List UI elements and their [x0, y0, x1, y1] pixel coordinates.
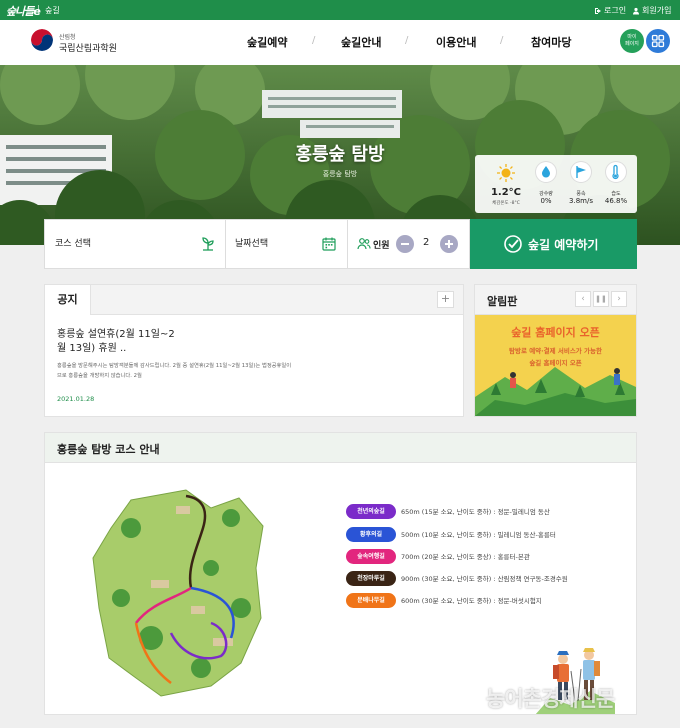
login-link[interactable]: 로그인 [594, 5, 626, 16]
notice-title[interactable]: 홍릉숲 설연휴(2월 11일~2월 13일) 휴원 .. [57, 328, 182, 356]
humidity-value: 46.8% [604, 197, 628, 205]
next-button[interactable]: › [611, 291, 627, 307]
rain-label: 강수량 [539, 191, 553, 197]
feels-like: 체감온도 -8°C [492, 201, 520, 206]
course-item[interactable]: 문배나무길 600m (30분 소요, 난이도 중하) : 정문-버섯시험지 [346, 592, 542, 608]
notice-body: 홍릉숲을 방문해주시는 탐방객분들께 감사드립니다. 2월 중 설연휴(2월 1… [57, 363, 292, 379]
course-item[interactable]: 천년의숲길 650m (15분 소요, 난이도 중하) : 정문-밀레니엄 동산 [346, 503, 550, 519]
weather-widget: 1.2°C 체감온도 -8°C 강수량 0% 풍속 3.8m/s 습도 46.8… [475, 155, 637, 213]
breadcrumb[interactable]: 숲길 [45, 5, 60, 16]
raindrop-icon [542, 166, 550, 178]
calendar-icon [322, 237, 336, 251]
divider [347, 220, 348, 268]
government-emblem-icon[interactable] [31, 29, 53, 51]
course-desc: 600m (30분 소요, 난이도 중하) : 정문-버섯시험지 [401, 597, 542, 605]
minus-icon [401, 243, 409, 245]
nav-trail-guide[interactable]: 숲길안내 [341, 34, 381, 50]
notice-date: 2021.01.28 [57, 395, 95, 403]
plus-icon [445, 240, 453, 248]
nav-divider: / [405, 35, 409, 46]
join-link[interactable]: 회원가입 [632, 5, 671, 16]
rain-badge [536, 162, 556, 182]
notice-tab-header: 공지 + [45, 285, 463, 315]
humidity-label: 습도 [611, 191, 621, 197]
course-guide-header: 홍릉숲 탐방 코스 안내 [45, 433, 636, 463]
course-badge: 천장마루길 [346, 570, 396, 586]
notice-card: 공지 + 홍릉숲 설연휴(2월 11일~2월 13일) 휴원 .. 홍릉숲을 방… [44, 284, 464, 417]
mypage-label-2: 페이지 [625, 41, 639, 47]
people-label: 인원 [373, 241, 390, 251]
nav-reservation[interactable]: 숲길예약 [247, 34, 287, 50]
mypage-button[interactable]: 마이 페이지 [620, 29, 644, 53]
chevron-right-icon: › [617, 294, 621, 304]
banner-line-2: 숲길 홈페이지 오픈 [529, 359, 582, 367]
course-item[interactable]: 천장마루길 900m (30분 소요, 난이도 중하) : 산림정책 연구동-조… [346, 570, 568, 586]
top-bar: 숲나들e 숲길 로그인 회원가입 [0, 0, 680, 20]
rain-value: 0% [540, 197, 552, 205]
course-guide-card: 홍릉숲 탐방 코스 안내 천년의숲길 650m (15분 소요, 난이도 중하)… [44, 432, 637, 715]
wind-badge [571, 162, 591, 182]
bulletin-tab: 알림판 [487, 295, 518, 308]
nav-participation[interactable]: 참여마당 [531, 34, 571, 50]
notice-more-button[interactable]: + [437, 291, 454, 308]
increase-people-button[interactable] [440, 235, 458, 253]
course-badge: 황후의길 [346, 526, 396, 542]
sun-icon [497, 164, 515, 182]
pause-button[interactable]: ❚❚ [593, 291, 609, 307]
divider [225, 220, 226, 268]
open-banner[interactable]: 숲길 홈페이지 오픈 탐방로 예약·결제 서비스가 가능한 숲길 홈페이지 오픈 [475, 315, 636, 416]
trail-map-illustration[interactable] [91, 488, 269, 698]
reservation-label: 숲길 예약하기 [528, 238, 599, 252]
course-item[interactable]: 숲속여행길 700m (20분 소요, 난이도 중상) : 홍릉터-본관 [346, 548, 530, 564]
banner-title: 숲길 홈페이지 오픈 [511, 326, 600, 339]
join-label: 회원가입 [642, 6, 672, 15]
trail-reservation-button[interactable]: 숲길 예약하기 [470, 219, 637, 269]
course-desc: 700m (20분 소요, 난이도 중상) : 홍릉터-본관 [401, 553, 530, 561]
prev-button[interactable]: ‹ [575, 291, 591, 307]
nav-usage-guide[interactable]: 이용안내 [436, 34, 476, 50]
wind-value: 3.8m/s [569, 197, 593, 205]
date-select-label: 날짜선택 [235, 239, 269, 249]
people-count: 2 [423, 237, 430, 248]
grid-menu-icon [651, 34, 665, 48]
sprout-icon [202, 237, 214, 251]
bulletin-card: 알림판 ‹ ❚❚ › 숲길 홈페이지 오픈 탐방로 예약·결제 서비스가 가능한… [474, 284, 637, 417]
people-icon [357, 238, 371, 250]
all-menu-button[interactable] [646, 29, 670, 53]
notice-tab[interactable]: 공지 [45, 285, 91, 315]
user-icon [633, 7, 639, 14]
course-item[interactable]: 황후의길 500m (10분 소요, 난이도 중하) : 밀레니엄 동산-홍릉터 [346, 526, 556, 542]
divider [38, 5, 39, 15]
nav-divider: / [312, 35, 316, 46]
wind-flag-icon [576, 166, 586, 178]
chevron-left-icon: ‹ [581, 294, 585, 304]
banner-line-1: 탐방로 예약·결제 서비스가 가능한 [509, 347, 602, 355]
course-select-label: 코스 선택 [55, 239, 91, 249]
decrease-people-button[interactable] [396, 235, 414, 253]
login-label: 로그인 [604, 6, 627, 15]
check-circle-icon [504, 235, 522, 253]
org-top-label: 산림청 [59, 34, 76, 41]
course-badge: 천년의숲길 [346, 503, 396, 519]
newspaper-watermark: 농어촌경제신문 [486, 687, 615, 711]
temperature: 1.2°C [490, 187, 522, 198]
course-badge: 문배나무길 [346, 592, 396, 608]
login-icon [595, 7, 601, 14]
course-desc: 900m (30분 소요, 난이도 중하) : 산림정책 연구동-조경수원 [401, 575, 568, 583]
mypage-label-1: 마이 [627, 34, 637, 40]
bulletin-tab-header: 알림판 ‹ ❚❚ › [475, 285, 636, 315]
reservation-search-bar: 코스 선택 날짜선택 인원 2 [44, 219, 470, 269]
course-badge: 숲속여행길 [346, 548, 396, 564]
wind-label: 풍속 [576, 191, 586, 197]
site-logo[interactable]: 숲나들e [6, 3, 41, 19]
course-guide-title: 홍릉숲 탐방 코스 안내 [57, 443, 160, 456]
course-desc: 500m (10분 소요, 난이도 중하) : 밀레니엄 동산-홍릉터 [401, 531, 556, 539]
nav-divider: / [500, 35, 504, 46]
org-name[interactable]: 국립산림과학원 [59, 41, 117, 54]
humidity-icon [612, 164, 619, 180]
course-desc: 650m (15분 소요, 난이도 중하) : 정문-밀레니엄 동산 [401, 508, 550, 516]
humidity-badge [606, 162, 626, 182]
header: 산림청 국립산림과학원 숲길예약 / 숲길안내 / 이용안내 / 참여마당 마이… [0, 20, 680, 65]
pause-icon: ❚❚ [595, 295, 607, 303]
